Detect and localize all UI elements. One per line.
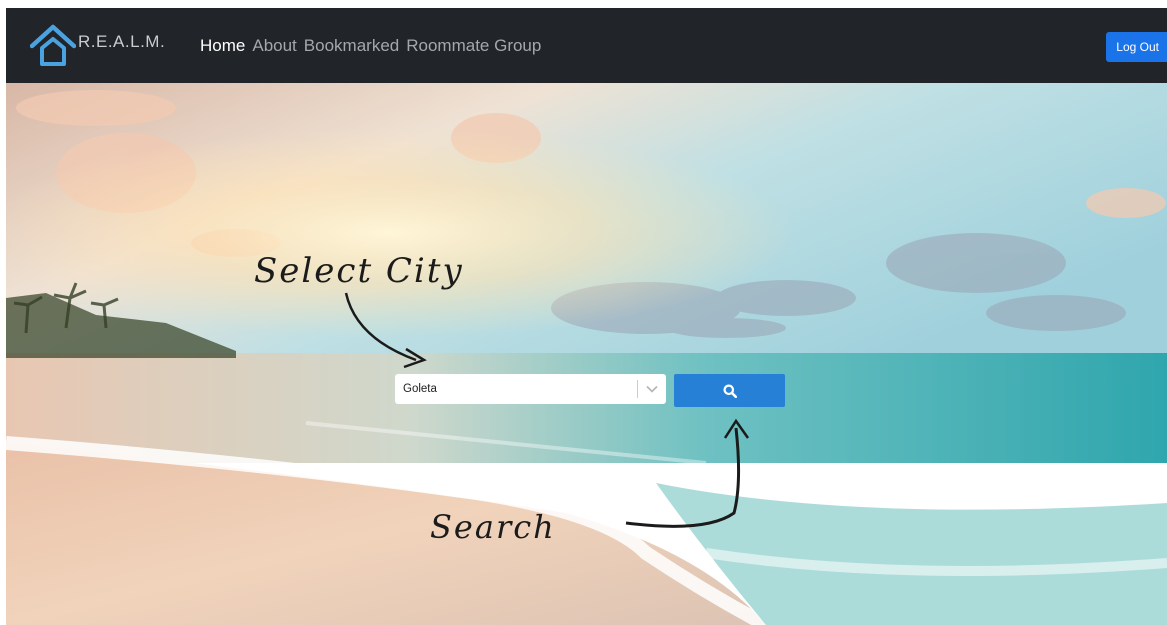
nav-links: Home About Bookmarked Roommate Group [200, 36, 541, 56]
chevron-down-icon[interactable] [638, 385, 666, 393]
house-logo-icon [30, 24, 76, 66]
navbar: R.E.A.L.M. Home About Bookmarked Roommat… [6, 8, 1167, 83]
logout-button[interactable]: Log Out [1106, 32, 1167, 62]
nav-link-bookmarked[interactable]: Bookmarked [304, 36, 399, 56]
nav-link-home[interactable]: Home [200, 36, 245, 56]
search-icon [723, 384, 737, 398]
search-button[interactable] [674, 374, 785, 407]
select-city-annotation: Select City [254, 251, 464, 291]
search-annotation: Search [430, 508, 556, 546]
nav-link-roommate-group[interactable]: Roommate Group [406, 36, 541, 56]
app-window: R.E.A.L.M. Home About Bookmarked Roommat… [6, 8, 1167, 625]
hero-section: Select City Search Goleta [6, 83, 1167, 625]
city-select-value: Goleta [403, 383, 437, 395]
nav-link-about[interactable]: About [252, 36, 296, 56]
city-select[interactable]: Goleta [395, 374, 666, 404]
beach-background-image [6, 83, 1167, 625]
brand-name: R.E.A.L.M. [78, 32, 166, 51]
brand[interactable]: R.E.A.L.M. [30, 24, 165, 68]
